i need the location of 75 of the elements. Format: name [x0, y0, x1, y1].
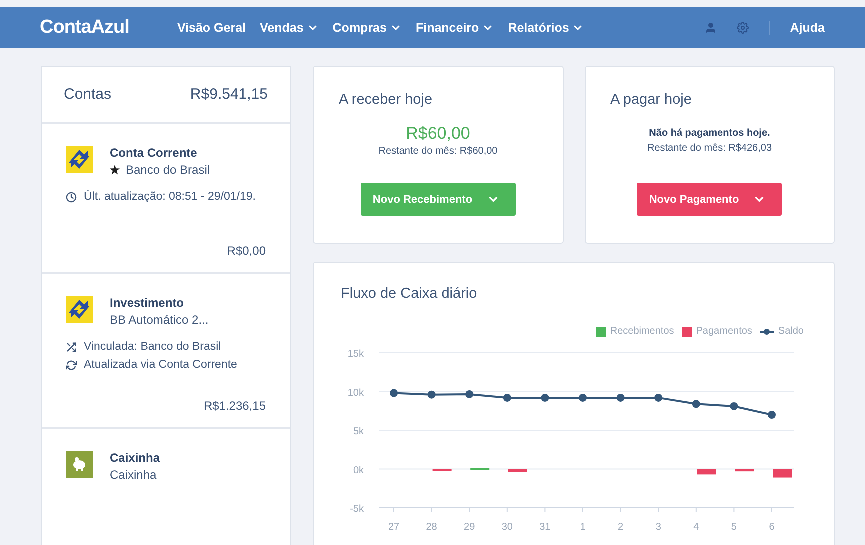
x-axis-label: 30 [502, 522, 513, 533]
remaining-text: Restante do mês: R$60,00 [378, 146, 498, 157]
account-bank: Caixinha [110, 468, 157, 482]
clock-icon [66, 192, 77, 202]
bank-logo-icon [66, 296, 93, 323]
account-detail: Vinculada: Banco do Brasil [84, 341, 222, 353]
point [730, 402, 738, 410]
refresh-icon [66, 360, 77, 370]
chart-title: Fluxo de Caixa diário [340, 286, 478, 302]
point [541, 394, 550, 402]
bar [697, 469, 716, 475]
account-balance: R$1.236,15 [202, 399, 266, 413]
help-link[interactable]: Ajuda [790, 20, 825, 34]
point [768, 411, 776, 419]
accounts-title: Contas [64, 86, 112, 103]
y-axis-label: 15k [348, 349, 364, 360]
amount: R$60,00 [406, 124, 470, 144]
point [692, 400, 700, 408]
legend-label: Pagamentos [696, 326, 752, 337]
accounts-total: R$9.541,15 [190, 86, 268, 103]
account-name[interactable]: Caixinha [110, 451, 160, 465]
x-axis-label: 3 [656, 522, 662, 533]
account-balance: R$0,00 [226, 244, 266, 258]
x-axis-label: 5 [731, 522, 737, 533]
account-bank: Banco do Brasil [126, 163, 210, 177]
x-axis-label: 28 [426, 522, 438, 533]
account-bank: BB Automático 2... [110, 313, 209, 327]
x-axis-label: 4 [694, 522, 700, 533]
logo: ContaAzul [40, 16, 130, 38]
remaining-text: Restante do mês: R$426,03 [647, 143, 772, 154]
legend-label: Recebimentos [610, 326, 674, 337]
card-title: A receber hoje [339, 92, 433, 108]
legend-label: Saldo [778, 326, 804, 337]
x-axis-label: 6 [769, 522, 775, 533]
point [503, 394, 512, 402]
y-axis-label: 5k [353, 426, 364, 438]
account-detail: Últ. atualização: 08:51 - 29/01/19. [84, 191, 256, 203]
x-axis-label: 31 [540, 522, 551, 533]
new-entry-button[interactable]: Novo Pagamento [637, 183, 782, 216]
x-axis-label: 2 [618, 522, 624, 533]
nav-link[interactable]: Visão Geral [177, 20, 246, 34]
y-axis-label: -5k [350, 504, 364, 515]
bar [432, 469, 452, 472]
point [428, 390, 436, 399]
nav-link[interactable]: Relatórios [508, 20, 584, 34]
point [616, 394, 625, 402]
bar [735, 469, 754, 472]
y-axis-label: 10k [348, 388, 364, 399]
x-axis-label: 27 [388, 522, 400, 533]
bar [470, 468, 490, 470]
nav-link[interactable]: Financeiro [416, 20, 494, 34]
x-axis-label: 29 [464, 522, 476, 533]
empty-message: Não há pagamentos hoje. [649, 128, 770, 139]
nav-link[interactable]: Compras [332, 20, 402, 34]
point [579, 394, 587, 402]
piggy-bank-icon [66, 451, 93, 478]
bar [508, 469, 528, 472]
point [466, 390, 474, 398]
x-axis-label: 1 [580, 522, 586, 533]
point [654, 394, 663, 402]
legend-item: Pagamentos [682, 326, 752, 337]
shuffle-icon [66, 342, 77, 352]
account-detail: Atualizada via Conta Corrente [84, 359, 238, 371]
new-entry-button[interactable]: Novo Recebimento [360, 183, 516, 216]
legend-item: Saldo [760, 326, 804, 337]
card-title: A pagar hoje [610, 92, 692, 108]
settings-icon[interactable] [737, 22, 750, 34]
legend-item: Recebimentos [596, 326, 674, 337]
account-name[interactable]: Conta Corrente [110, 146, 210, 160]
point [390, 389, 398, 398]
bank-logo-icon [66, 146, 93, 173]
y-axis-label: 0k [353, 465, 364, 476]
user-icon[interactable] [705, 22, 718, 34]
nav-link[interactable]: Vendas [260, 20, 319, 34]
account-name[interactable]: Investimento [110, 296, 209, 310]
